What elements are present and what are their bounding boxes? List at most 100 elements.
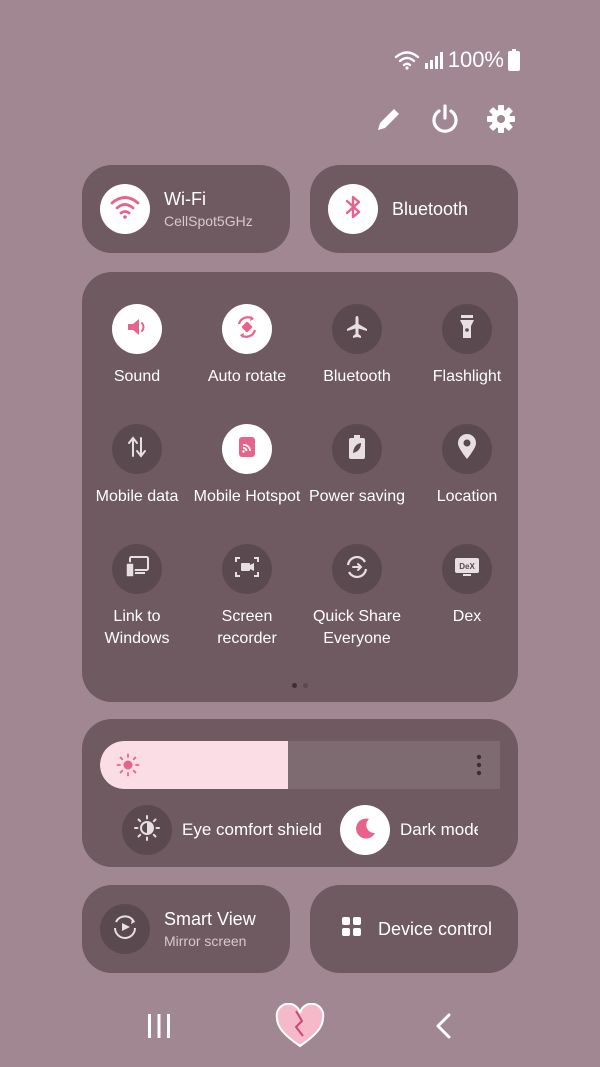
toggle-dex[interactable]: DeX Dex xyxy=(412,544,522,664)
location-toggle-circle[interactable] xyxy=(442,424,492,474)
dark-mode-toggle[interactable]: Dark mode xyxy=(340,805,478,855)
toggle-mobile-hotspot[interactable]: Mobile Hotspot xyxy=(192,424,302,544)
auto-rotate-toggle-circle[interactable] xyxy=(222,304,272,354)
wifi-tile[interactable]: Wi-Fi CellSpot5GHz xyxy=(82,165,290,253)
hotspot-toggle-circle[interactable] xyxy=(222,424,272,474)
toggle-airplane[interactable]: Bluetooth xyxy=(302,304,412,424)
page-dot[interactable] xyxy=(292,683,297,688)
dark-mode-label: Dark mode xyxy=(400,820,478,839)
smart-view-icon xyxy=(111,913,139,946)
power-saving-icon xyxy=(346,433,368,466)
mobile-data-icon xyxy=(125,434,149,465)
edit-button[interactable] xyxy=(372,104,406,138)
sun-icon xyxy=(116,753,140,782)
location-pin-icon xyxy=(456,433,478,466)
page-dot[interactable] xyxy=(303,683,308,688)
page-indicator xyxy=(82,683,518,688)
toggle-label: Sound xyxy=(113,368,161,385)
eye-comfort-circle[interactable] xyxy=(122,805,172,855)
bluetooth-toggle[interactable] xyxy=(328,184,378,234)
toggle-flashlight[interactable]: Flashlight xyxy=(412,304,522,424)
heart-icon xyxy=(274,1002,326,1054)
smart-view-tile[interactable]: Smart View Mirror screen xyxy=(82,885,290,973)
toggle-label: Mobile data xyxy=(95,488,179,505)
airplane-icon xyxy=(344,314,370,345)
toggle-label: Screen recorder xyxy=(217,608,277,647)
smart-view-title: Smart View xyxy=(164,909,256,929)
eye-comfort-label: Eye comfort shield xyxy=(182,820,322,839)
status-bar: 100% xyxy=(394,46,520,74)
link-to-windows-toggle-circle[interactable] xyxy=(112,544,162,594)
power-button[interactable] xyxy=(428,103,462,140)
power-icon xyxy=(429,103,461,140)
toggle-label: Dex xyxy=(452,608,482,625)
display-panel: Eye comfort shield Dark mode xyxy=(82,719,518,867)
screen-recorder-icon xyxy=(233,554,261,585)
toggle-label: Link to Windows xyxy=(104,608,170,647)
bluetooth-icon xyxy=(342,194,364,225)
link-to-windows-icon xyxy=(123,554,151,585)
wifi-toggle[interactable] xyxy=(100,184,150,234)
toggle-label: Location xyxy=(436,488,498,505)
flashlight-toggle-circle[interactable] xyxy=(442,304,492,354)
navigation-bar xyxy=(0,1000,600,1056)
toggle-power-saving[interactable]: Power saving xyxy=(302,424,412,544)
bluetooth-title: Bluetooth xyxy=(392,198,469,219)
wifi-icon xyxy=(394,50,420,70)
battery-percent: 100% xyxy=(447,47,504,72)
toggle-mobile-data[interactable]: Mobile data xyxy=(82,424,192,544)
wifi-title: Wi-Fi xyxy=(164,189,206,209)
chevron-left-icon xyxy=(433,1012,453,1045)
recents-icon xyxy=(146,1013,172,1044)
toggle-label: Mobile Hotspot xyxy=(193,488,301,505)
svg-text:DeX: DeX xyxy=(459,562,475,571)
quick-share-icon xyxy=(343,553,371,586)
flashlight-icon xyxy=(455,313,479,346)
device-control-icon xyxy=(340,915,364,944)
smart-view-circle[interactable] xyxy=(100,904,150,954)
toggle-label: Quick Share Everyone xyxy=(312,608,402,647)
top-actions xyxy=(372,103,518,140)
airplane-toggle-circle[interactable] xyxy=(332,304,382,354)
wifi-icon xyxy=(110,194,140,225)
wifi-network-name: CellSpot5GHz xyxy=(164,213,253,229)
signal-icon xyxy=(424,50,444,70)
sound-toggle-circle[interactable] xyxy=(112,304,162,354)
toggle-label: Power saving xyxy=(308,488,406,505)
bluetooth-tile[interactable]: Bluetooth xyxy=(310,165,518,253)
settings-button[interactable] xyxy=(484,104,518,138)
device-control-tile[interactable]: Device control xyxy=(310,885,518,973)
smart-view-subtitle: Mirror screen xyxy=(164,933,247,949)
toggle-label: Bluetooth xyxy=(323,368,391,385)
gear-icon xyxy=(486,104,516,139)
power-saving-toggle-circle[interactable] xyxy=(332,424,382,474)
toggle-location[interactable]: Location xyxy=(412,424,522,544)
toggle-link-to-windows[interactable]: Link to Windows xyxy=(82,544,192,664)
home-button[interactable] xyxy=(270,1000,330,1056)
eye-comfort-icon xyxy=(133,814,161,847)
toggle-screen-recorder[interactable]: Screen recorder xyxy=(192,544,302,664)
mobile-data-toggle-circle[interactable] xyxy=(112,424,162,474)
toggle-auto-rotate[interactable]: Auto rotate xyxy=(192,304,302,424)
eye-comfort-toggle[interactable]: Eye comfort shield xyxy=(122,805,322,855)
pencil-icon xyxy=(374,104,404,139)
quick-share-toggle-circle[interactable] xyxy=(332,544,382,594)
more-options-icon[interactable] xyxy=(476,753,482,782)
toggle-label: Auto rotate xyxy=(207,368,287,385)
rotate-icon xyxy=(233,313,261,346)
volume-icon xyxy=(124,314,150,345)
battery-icon xyxy=(508,49,520,71)
brightness-slider[interactable] xyxy=(100,741,500,789)
dark-mode-circle[interactable] xyxy=(340,805,390,855)
screen-recorder-toggle-circle[interactable] xyxy=(222,544,272,594)
device-control-title: Device control xyxy=(378,918,493,939)
toggle-quick-share[interactable]: Quick Share Everyone xyxy=(302,544,412,664)
toggle-label: Flashlight xyxy=(432,368,502,385)
back-button[interactable] xyxy=(418,1000,468,1056)
recents-button[interactable] xyxy=(134,1000,184,1056)
dex-icon: DeX xyxy=(452,554,482,585)
hotspot-icon xyxy=(235,434,259,465)
toggle-sound[interactable]: Sound xyxy=(82,304,192,424)
dex-toggle-circle[interactable]: DeX xyxy=(442,544,492,594)
quick-toggles-panel: Sound Auto rotate Bluetooth Flashlight M… xyxy=(82,272,518,702)
